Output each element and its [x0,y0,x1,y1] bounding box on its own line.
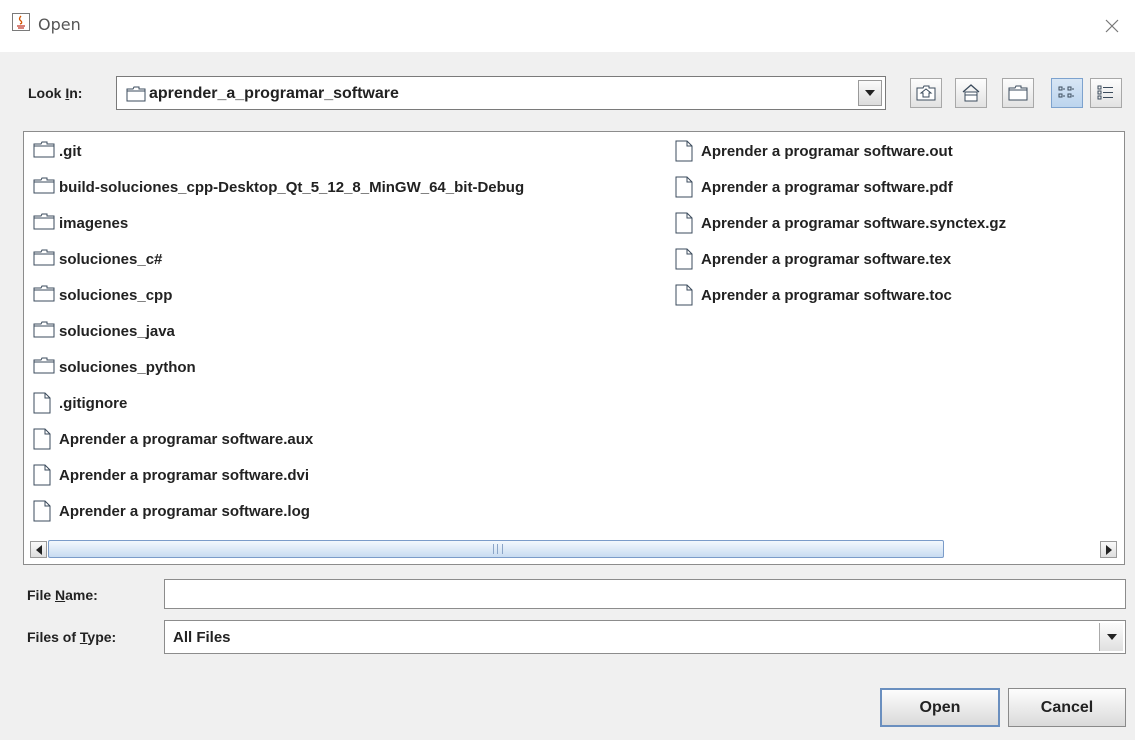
file-icon [675,248,693,270]
folder-icon [33,177,55,194]
file-icon [675,284,693,306]
look-in-dropdown-button[interactable] [858,80,882,106]
window-title: Open [38,15,81,34]
horizontal-scrollbar[interactable] [24,537,1124,564]
java-app-icon [12,13,30,31]
item-name: build-soluciones_cpp-Desktop_Qt_5_12_8_M… [59,179,525,196]
file-name-label-suffix: ame: [65,587,98,603]
details-view-icon [1097,85,1113,100]
files-of-type-dropdown-button[interactable] [1099,623,1123,651]
scroll-right-button[interactable] [1100,541,1117,558]
up-one-level-icon [916,85,936,101]
folder-icon [33,285,55,302]
item-name: Aprender a programar software.log [59,503,310,520]
home-icon [962,84,980,102]
files-of-type-combo[interactable]: All Files [164,620,1126,654]
folder-icon [33,141,55,158]
item-name: imagenes [59,215,129,232]
item-name: soluciones_java [59,323,175,340]
list-view-icon [1058,86,1074,98]
home-button[interactable] [955,78,987,108]
folder-icon [33,321,55,338]
files-of-type-label-suffix: ype: [87,629,117,645]
scroll-grip-icon [493,544,503,554]
chevron-down-icon [1106,634,1117,640]
new-folder-button[interactable] [1002,78,1034,108]
item-name: Aprender a programar software.dvi [59,467,310,484]
item-name: .git [59,143,82,160]
list-view-button[interactable] [1051,78,1083,108]
details-view-button[interactable] [1090,78,1122,108]
file-icon [33,392,51,414]
item-name: Aprender a programar software.tex [701,251,952,268]
files-of-type-label: Files of Type: [27,629,116,645]
file-icon [675,212,693,234]
folder-icon [33,249,55,266]
up-one-level-button[interactable] [910,78,942,108]
files-of-type-label-prefix: Files of [27,629,80,645]
open-button[interactable]: Open [880,688,1000,727]
file-name-label-prefix: File [27,587,56,603]
file-icon [675,176,693,198]
look-in-combo[interactable]: aprender_a_programar_software [116,76,886,110]
file-list[interactable]: .git build-soluciones_cpp-Desktop_Qt_5_12… [23,131,1125,565]
file-name-label-mnemonic: N [55,587,66,603]
item-name: .gitignore [59,395,128,412]
chevron-left-icon [35,544,42,555]
new-folder-icon [1008,85,1028,101]
title-bar: Open [0,0,1135,52]
file-name-input[interactable] [164,579,1126,609]
chevron-down-icon [865,90,875,96]
scroll-thumb[interactable] [48,540,944,558]
item-name: Aprender a programar software.toc [701,287,952,304]
item-name: Aprender a programar software.pdf [701,179,953,196]
file-icon [675,140,693,162]
look-in-label-suffix: n: [69,85,83,101]
file-icon [33,464,51,486]
item-name: soluciones_cpp [59,287,173,304]
folder-icon [33,213,55,230]
file-icon [33,500,51,522]
close-icon [1105,19,1119,33]
look-in-label-prefix: Look [28,85,66,101]
item-name: Aprender a programar software.out [701,143,953,160]
item-name: soluciones_c# [59,251,163,268]
close-button[interactable] [1089,0,1135,52]
item-name: soluciones_python [59,359,196,376]
files-of-type-value: All Files [173,629,231,646]
file-icon [33,428,51,450]
item-name: Aprender a programar software.aux [59,431,314,448]
folder-icon [126,86,146,102]
chevron-right-icon [1105,544,1112,555]
look-in-label: Look In: [28,85,82,101]
look-in-value: aprender_a_programar_software [149,85,399,102]
cancel-button[interactable]: Cancel [1008,688,1126,727]
file-name-label: File Name: [27,587,98,603]
scroll-left-button[interactable] [30,541,47,558]
item-name: Aprender a programar software.synctex.gz [701,215,1007,232]
folder-icon [33,357,55,374]
